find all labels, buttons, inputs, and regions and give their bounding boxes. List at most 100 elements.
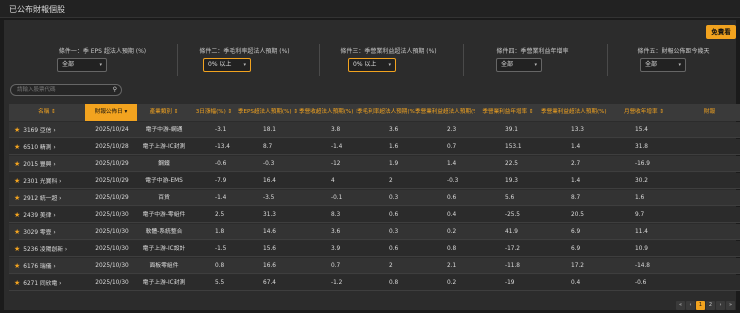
table-cell: -0.1: [331, 195, 343, 201]
table-cell: 0.3: [389, 229, 399, 235]
chevron-down-icon: ▾: [388, 62, 391, 68]
table-cell: 2025/10/30: [95, 212, 129, 218]
star-icon[interactable]: ★: [14, 177, 20, 185]
star-icon[interactable]: ★: [14, 279, 20, 287]
table-cell: 20.5: [571, 212, 584, 218]
table-cell: 41.9: [505, 229, 518, 235]
table-header: 名稱 ⇕ 財報公佈日 ▾ 產業類別 ⇕ 3日漲幅(%) ⇕ 季EPS超法人預期(%) ⇕…: [9, 104, 740, 121]
table-cell: -12: [331, 161, 341, 167]
stock-name-cell[interactable]: ★ 2301 光寶科 ›: [14, 173, 84, 189]
column-header[interactable]: 季營業利益超法人預期(%) ⇕: [541, 104, 609, 121]
column-header[interactable]: 季營業利益超法人預期(%) ⇕: [415, 104, 475, 121]
column-header[interactable]: 季EPS超法人預期(%) ⇕: [237, 104, 299, 121]
table-cell: 1.4: [571, 144, 581, 150]
table-cell: 18.1: [263, 127, 276, 133]
stock-name-cell[interactable]: ★ 3029 零壹 ›: [14, 224, 84, 240]
star-icon[interactable]: ★: [14, 143, 20, 151]
subscribe-button[interactable]: 免費看: [706, 25, 736, 39]
table-cell: -0.3: [263, 161, 275, 167]
table-row[interactable]: ★ 3029 零壹 › 2025/10/30 軟體-系統整合 1.8 14.6 3.6 0.3…: [9, 224, 740, 240]
stock-name[interactable]: 3169 亞信 ›: [23, 128, 55, 134]
table-row[interactable]: ★ 6176 瑞儀 › 2025/10/30 面板零組件 0.8 16.6 0.7 2 2.1 -…: [9, 258, 740, 274]
condition-select[interactable]: 0% 以上 ▾: [203, 58, 251, 72]
star-icon[interactable]: ★: [14, 245, 20, 253]
stock-name-cell[interactable]: ★ 2439 美律 ›: [14, 207, 84, 223]
column-header[interactable]: 名稱 ⇕: [9, 104, 85, 121]
stock-name-cell[interactable]: ★ 3169 亞信 ›: [14, 122, 84, 138]
table-cell: 2.5: [215, 212, 225, 218]
table-cell: -14.8: [635, 263, 650, 269]
condition-select[interactable]: 全部 ▾: [496, 58, 542, 72]
table-row[interactable]: ★ 2015 豐興 › 2025/10/29 鋼鐵 -0.6 -0.3 -12 1.9 1.4 2…: [9, 156, 740, 172]
table-cell: 0.6: [389, 212, 399, 218]
stock-name-cell[interactable]: ★ 6271 同欣電 ›: [14, 275, 84, 291]
table-cell: -25.5: [505, 212, 520, 218]
star-icon[interactable]: ★: [14, 160, 20, 168]
condition-select-value: 0% 以上: [353, 61, 377, 68]
column-header[interactable]: 產業類別 ⇕: [137, 104, 191, 121]
stock-name-cell[interactable]: ★ 6176 瑞儀 ›: [14, 258, 84, 274]
pager-button[interactable]: «: [676, 301, 685, 310]
condition-select[interactable]: 0% 以上 ▾: [348, 58, 396, 72]
table-cell: 2: [389, 263, 393, 269]
pager-button[interactable]: ‹: [686, 301, 695, 310]
table-row[interactable]: ★ 3169 亞信 › 2025/10/24 電子中游-網通 -3.1 18.1 3.8 3.…: [9, 122, 740, 138]
column-header[interactable]: 財報: [679, 104, 740, 121]
table-cell: 0.8: [215, 263, 225, 269]
table-row[interactable]: ★ 2439 美律 › 2025/10/30 電子中游-零組件 2.5 31.3 8.3 0.…: [9, 207, 740, 223]
stock-name[interactable]: 2439 美律 ›: [23, 213, 55, 219]
stock-name[interactable]: 2912 統一超 ›: [23, 196, 61, 202]
table-cell: 鋼鐵: [158, 161, 170, 167]
table-cell: 3.9: [331, 246, 341, 252]
search-input[interactable]: 請輸入股票代碼 ⚲: [10, 84, 122, 96]
chevron-down-icon: ▾: [678, 62, 681, 68]
stock-name[interactable]: 6510 精測 ›: [23, 145, 55, 151]
table-cell: 2025/10/24: [95, 127, 129, 133]
table-cell: -1.5: [215, 246, 227, 252]
stock-name[interactable]: 2301 光寶科 ›: [23, 179, 61, 185]
table-row[interactable]: ★ 6271 同欣電 › 2025/10/30 電子上游-IC封測 5.5 67.4 -1.…: [9, 275, 740, 291]
stock-name[interactable]: 2015 豐興 ›: [23, 162, 55, 168]
table-cell: 3.6: [331, 229, 341, 235]
condition-label: 條件一：季 EPS 超法人預期 (%): [58, 48, 147, 55]
condition-select[interactable]: 全部 ▾: [640, 58, 686, 72]
table-row[interactable]: ★ 2912 統一超 › 2025/10/29 百貨 -1.4 -3.5 -0.1 0.3 0.…: [9, 190, 740, 206]
table-cell: 2.3: [447, 127, 457, 133]
column-header[interactable]: 3日漲幅(%) ⇕: [191, 104, 237, 121]
stock-name-cell[interactable]: ★ 6510 精測 ›: [14, 139, 84, 155]
star-icon[interactable]: ★: [14, 211, 20, 219]
column-header[interactable]: 季營業利益年增率 ⇕: [475, 104, 541, 121]
pager-button[interactable]: »: [726, 301, 735, 310]
table-row[interactable]: ★ 6510 精測 › 2025/10/28 電子上游-IC封測 -13.4 8.7 -1.…: [9, 139, 740, 155]
stock-name-cell[interactable]: ★ 2015 豐興 ›: [14, 156, 84, 172]
column-header[interactable]: 財報公佈日 ▾: [85, 104, 137, 121]
column-header[interactable]: 季毛利率超法人預期(%) ⇕: [357, 104, 415, 121]
stock-name[interactable]: 6176 瑞儀 ›: [23, 264, 55, 270]
pager-button[interactable]: 2: [706, 301, 715, 310]
column-header[interactable]: 月營收年增率 ⇕: [609, 104, 679, 121]
pager-button[interactable]: ›: [716, 301, 725, 310]
table-cell: 2.7: [571, 161, 581, 167]
search-icon[interactable]: ⚲: [113, 85, 117, 95]
table-row[interactable]: ★ 2301 光寶科 › 2025/10/29 電子中游-EMS -7.9 16.4 4 2 -…: [9, 173, 740, 189]
stock-name[interactable]: 5236 凌陽創新 ›: [23, 247, 67, 253]
stock-name-cell[interactable]: ★ 2912 統一超 ›: [14, 190, 84, 206]
table-cell: 百貨: [158, 195, 170, 201]
table-cell: 1.6: [635, 195, 645, 201]
condition-filter-4: 條件四：季營業利益年增率 全部 ▾: [460, 44, 605, 78]
condition-filter-5: 條件五：財報公佈距今幾天 全部 ▾: [601, 44, 740, 78]
star-icon[interactable]: ★: [14, 126, 20, 134]
star-icon[interactable]: ★: [14, 228, 20, 236]
table-cell: 2.1: [447, 263, 457, 269]
condition-select[interactable]: 全部 ▾: [57, 58, 107, 72]
stock-name[interactable]: 3029 零壹 ›: [23, 230, 55, 236]
table-cell: 0.2: [447, 229, 457, 235]
star-icon[interactable]: ★: [14, 262, 20, 270]
table-row[interactable]: ★ 5236 凌陽創新 › 2025/10/30 電子上游-IC設計 -1.5 15.6 3…: [9, 241, 740, 257]
stock-name-cell[interactable]: ★ 5236 凌陽創新 ›: [14, 241, 84, 257]
table-cell: 10.9: [635, 246, 648, 252]
pager-button[interactable]: 1: [696, 301, 705, 310]
stock-name[interactable]: 6271 同欣電 ›: [23, 281, 61, 287]
column-header[interactable]: 季營收超法人預期(%) ⇕: [299, 104, 357, 121]
star-icon[interactable]: ★: [14, 194, 20, 202]
